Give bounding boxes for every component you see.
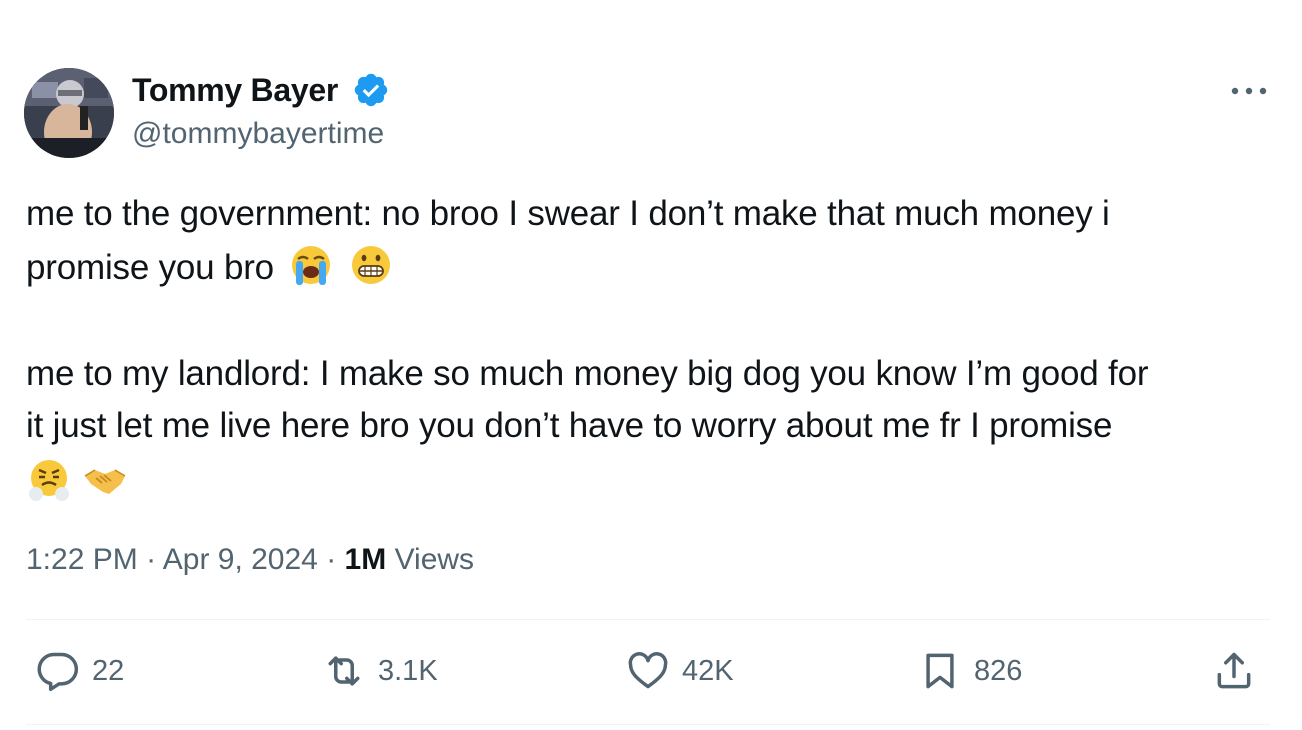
divider xyxy=(26,724,1270,725)
loudly-crying-face-icon xyxy=(289,243,333,287)
bookmark-count: 826 xyxy=(974,654,1023,687)
verified-icon[interactable] xyxy=(352,71,390,109)
repost-button[interactable]: 3.1K xyxy=(322,646,438,696)
bookmark-icon xyxy=(926,653,954,689)
tweet-meta: 1:22 PM · Apr 9, 2024 · 1M Views xyxy=(26,540,474,580)
tweet-text-line-3: me to my landlord: I make so much money … xyxy=(26,354,1149,393)
views-label: Views xyxy=(386,543,475,576)
repost-count: 3.1K xyxy=(378,654,438,687)
tweet-text-line-5 xyxy=(26,456,128,502)
views-count: 1M xyxy=(344,543,387,576)
handle[interactable]: @tommybayertime xyxy=(132,116,384,152)
reply-icon xyxy=(37,652,78,692)
meta-separator: · xyxy=(317,543,345,576)
share-button[interactable] xyxy=(1212,646,1256,696)
share-icon xyxy=(1217,652,1251,689)
like-count: 42K xyxy=(682,654,734,687)
face-with-steam-from-nose-icon xyxy=(26,456,72,502)
bookmark-button[interactable]: 826 xyxy=(918,646,1022,696)
tweet-text-line-2: promise you bro xyxy=(26,242,393,294)
more-icon[interactable] xyxy=(1226,76,1272,106)
tweet-card: Tommy Bayer @tommybayertime me to the go… xyxy=(0,0,1302,730)
like-button[interactable]: 42K xyxy=(626,646,734,696)
meta-separator: · xyxy=(137,543,163,576)
divider xyxy=(26,619,1270,620)
repost-icon xyxy=(328,656,360,686)
like-icon xyxy=(628,652,668,689)
tweet-time[interactable]: 1:22 PM xyxy=(26,543,138,576)
grimacing-face-icon xyxy=(349,243,393,287)
reply-count: 22 xyxy=(92,654,125,687)
handshake-icon xyxy=(82,456,128,502)
avatar-image xyxy=(24,68,114,158)
tweet-text-line-2-words: promise you bro xyxy=(26,248,274,287)
reply-button[interactable]: 22 xyxy=(36,646,124,696)
tweet-date[interactable]: Apr 9, 2024 xyxy=(163,543,318,576)
avatar[interactable] xyxy=(24,68,114,158)
tweet-text-line-4: it just let me live here bro you don’t h… xyxy=(26,406,1113,445)
tweet-text-line-1: me to the government: no broo I swear I … xyxy=(26,194,1110,233)
display-name[interactable]: Tommy Bayer xyxy=(132,70,338,110)
